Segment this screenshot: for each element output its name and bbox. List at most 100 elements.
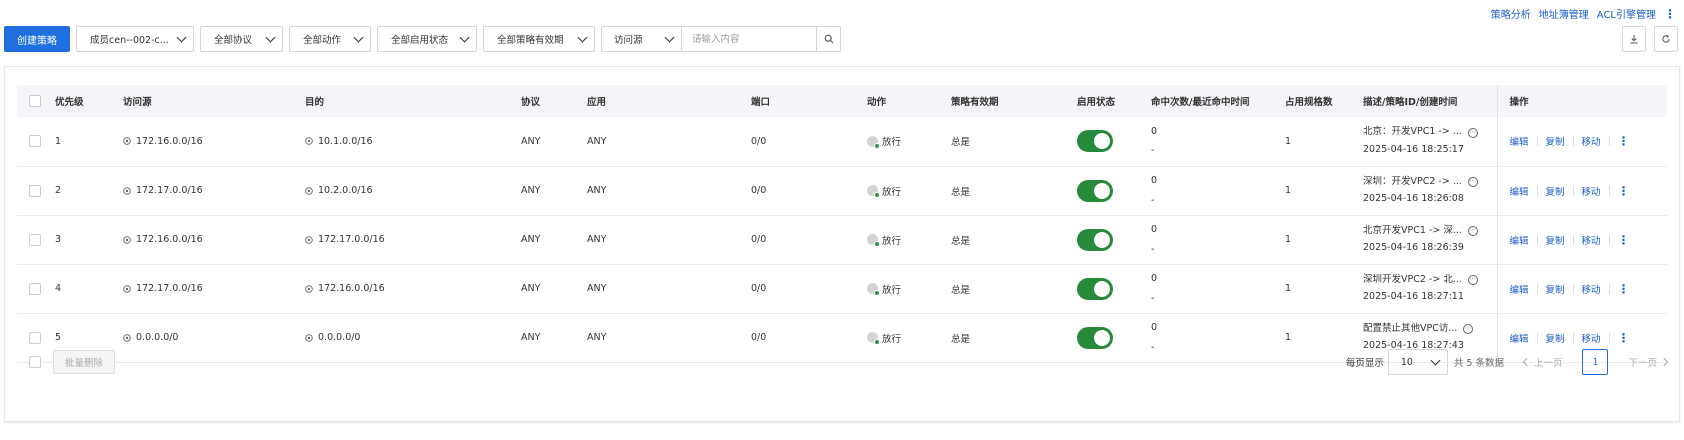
- page-size-select[interactable]: 10: [1387, 349, 1448, 375]
- select-all-checkbox[interactable]: [29, 95, 41, 107]
- description-cell: 北京：开发VPC1 -> ... ⋯ 2025-04-16 18:25:17: [1357, 117, 1497, 167]
- source-value: 172.17.0.0/16: [136, 185, 203, 196]
- prev-page-button[interactable]: 上一页: [1522, 355, 1563, 369]
- more-vertical-icon[interactable]: ⋮: [1618, 134, 1630, 148]
- destination-value: 0.0.0.0/0: [318, 332, 361, 343]
- copy-link[interactable]: 复制: [1546, 233, 1565, 247]
- enable-toggle[interactable]: [1077, 130, 1113, 153]
- move-link[interactable]: 移动: [1582, 184, 1601, 198]
- network-segment-icon: [123, 333, 131, 342]
- address-book-link[interactable]: 地址簿管理: [1539, 6, 1589, 21]
- network-segment-icon: [123, 235, 131, 244]
- download-button[interactable]: [1622, 26, 1646, 52]
- more-info-icon[interactable]: ⋯: [1463, 323, 1474, 334]
- source-value: 172.16.0.0/16: [136, 135, 203, 147]
- header-source: 访问源: [117, 85, 299, 117]
- status-cell: [1071, 166, 1145, 216]
- edit-link[interactable]: 编辑: [1510, 233, 1529, 247]
- operations-cell: 编辑 复制 移动 ⋮: [1496, 166, 1667, 216]
- hits-cell: 0 -: [1145, 117, 1279, 167]
- row-checkbox[interactable]: [29, 135, 41, 148]
- current-page-button[interactable]: 1: [1582, 349, 1609, 375]
- acl-engine-link[interactable]: ACL引擎管理: [1597, 6, 1656, 21]
- protocol-cell: ANY: [515, 264, 581, 314]
- header-hits: 命中次数/最近命中时间: [1145, 85, 1279, 117]
- description-cell: 深圳开发VPC2 -> 北... ⋯ 2025-04-16 18:27:11: [1357, 264, 1497, 314]
- more-info-icon[interactable]: ⋯: [1467, 274, 1478, 285]
- toolbar: 创建策略 成员cen--002-c... 全部协议 全部动作 全部启用状态 全部…: [4, 26, 1680, 52]
- protocol-select[interactable]: 全部协议: [200, 26, 283, 52]
- copy-link[interactable]: 复制: [1546, 184, 1565, 198]
- more-vertical-icon[interactable]: ⋮: [1618, 233, 1630, 247]
- more-info-icon[interactable]: ⋯: [1467, 127, 1478, 138]
- more-vertical-icon[interactable]: ⋮: [1618, 184, 1630, 198]
- operations-cell: 编辑 复制 移动 ⋮: [1496, 215, 1667, 265]
- header-action: 动作: [861, 85, 945, 117]
- priority-cell: 1: [49, 117, 117, 167]
- destination-value: 10.2.0.0/16: [318, 185, 373, 196]
- row-checkbox[interactable]: [29, 184, 41, 197]
- chevron-left-icon: [1522, 357, 1532, 367]
- more-info-icon[interactable]: ⋯: [1467, 225, 1478, 236]
- policy-analysis-link[interactable]: 策略分析: [1491, 6, 1531, 21]
- enable-toggle[interactable]: [1077, 326, 1113, 349]
- header-destination: 目的: [299, 85, 515, 117]
- prev-page-label: 上一页: [1533, 358, 1563, 369]
- validity-select-value: 全部策略有效期: [497, 35, 564, 46]
- edit-link[interactable]: 编辑: [1510, 282, 1529, 296]
- copy-link[interactable]: 复制: [1546, 282, 1565, 296]
- chevron-down-icon: [265, 32, 276, 42]
- chevron-down-icon: [176, 32, 187, 42]
- destination-cell: 172.16.0.0/16: [299, 264, 515, 314]
- action-value: 放行: [882, 235, 902, 247]
- next-page-button[interactable]: 下一页: [1628, 355, 1669, 369]
- network-segment-icon: [305, 186, 313, 195]
- copy-link[interactable]: 复制: [1546, 134, 1565, 148]
- header-priority: 优先级: [49, 85, 117, 117]
- move-link[interactable]: 移动: [1582, 134, 1601, 148]
- action-select[interactable]: 全部动作: [289, 26, 371, 52]
- row-checkbox[interactable]: [29, 282, 41, 295]
- validity-select[interactable]: 全部策略有效期: [483, 26, 595, 52]
- search-button[interactable]: [816, 27, 840, 51]
- create-policy-button[interactable]: 创建策略: [4, 26, 70, 52]
- download-icon: [1630, 35, 1638, 44]
- search-source-select[interactable]: 访问源: [602, 27, 682, 51]
- created-time: 2025-04-16 18:27:11: [1363, 291, 1464, 302]
- batch-delete-button[interactable]: 批量删除: [53, 350, 116, 374]
- allow-status-icon: [867, 332, 880, 345]
- table-row: 2 172.17.0.0/16 10.2.0.0/16 ANY ANY 0/0 …: [17, 166, 1667, 216]
- network-segment-icon: [123, 284, 131, 293]
- header-application: 应用: [581, 85, 745, 117]
- enable-toggle[interactable]: [1077, 179, 1113, 202]
- enable-state-select-value: 全部启用状态: [391, 35, 449, 46]
- last-hit-time: -: [1151, 145, 1155, 157]
- more-info-icon[interactable]: ⋯: [1467, 176, 1478, 187]
- row-checkbox[interactable]: [29, 233, 41, 246]
- enable-toggle[interactable]: [1077, 277, 1113, 300]
- allow-status-icon: [867, 185, 880, 198]
- move-link[interactable]: 移动: [1582, 331, 1601, 345]
- header-description: 描述/策略ID/创建时间: [1357, 85, 1497, 117]
- table-row: 1 172.16.0.0/16 10.1.0.0/16 ANY ANY 0/0 …: [17, 117, 1667, 167]
- move-link[interactable]: 移动: [1582, 282, 1601, 296]
- row-select-cell: [17, 215, 49, 265]
- protocol-cell: ANY: [515, 166, 581, 216]
- more-vertical-icon[interactable]: ⋮: [1664, 7, 1676, 21]
- header-status: 启用状态: [1071, 85, 1145, 117]
- copy-link[interactable]: 复制: [1546, 331, 1565, 345]
- row-checkbox[interactable]: [29, 331, 41, 344]
- edit-link[interactable]: 编辑: [1510, 184, 1529, 198]
- edit-link[interactable]: 编辑: [1510, 331, 1529, 345]
- enable-state-select[interactable]: 全部启用状态: [377, 26, 477, 52]
- header-port: 端口: [745, 85, 861, 117]
- edit-link[interactable]: 编辑: [1510, 134, 1529, 148]
- more-vertical-icon[interactable]: ⋮: [1618, 331, 1630, 345]
- enable-toggle[interactable]: [1077, 228, 1113, 251]
- refresh-button[interactable]: [1654, 26, 1678, 52]
- footer-select-checkbox[interactable]: [29, 356, 41, 368]
- more-vertical-icon[interactable]: ⋮: [1618, 282, 1630, 296]
- search-input[interactable]: [682, 27, 816, 51]
- member-select[interactable]: 成员cen--002-c...: [76, 26, 194, 52]
- move-link[interactable]: 移动: [1582, 233, 1601, 247]
